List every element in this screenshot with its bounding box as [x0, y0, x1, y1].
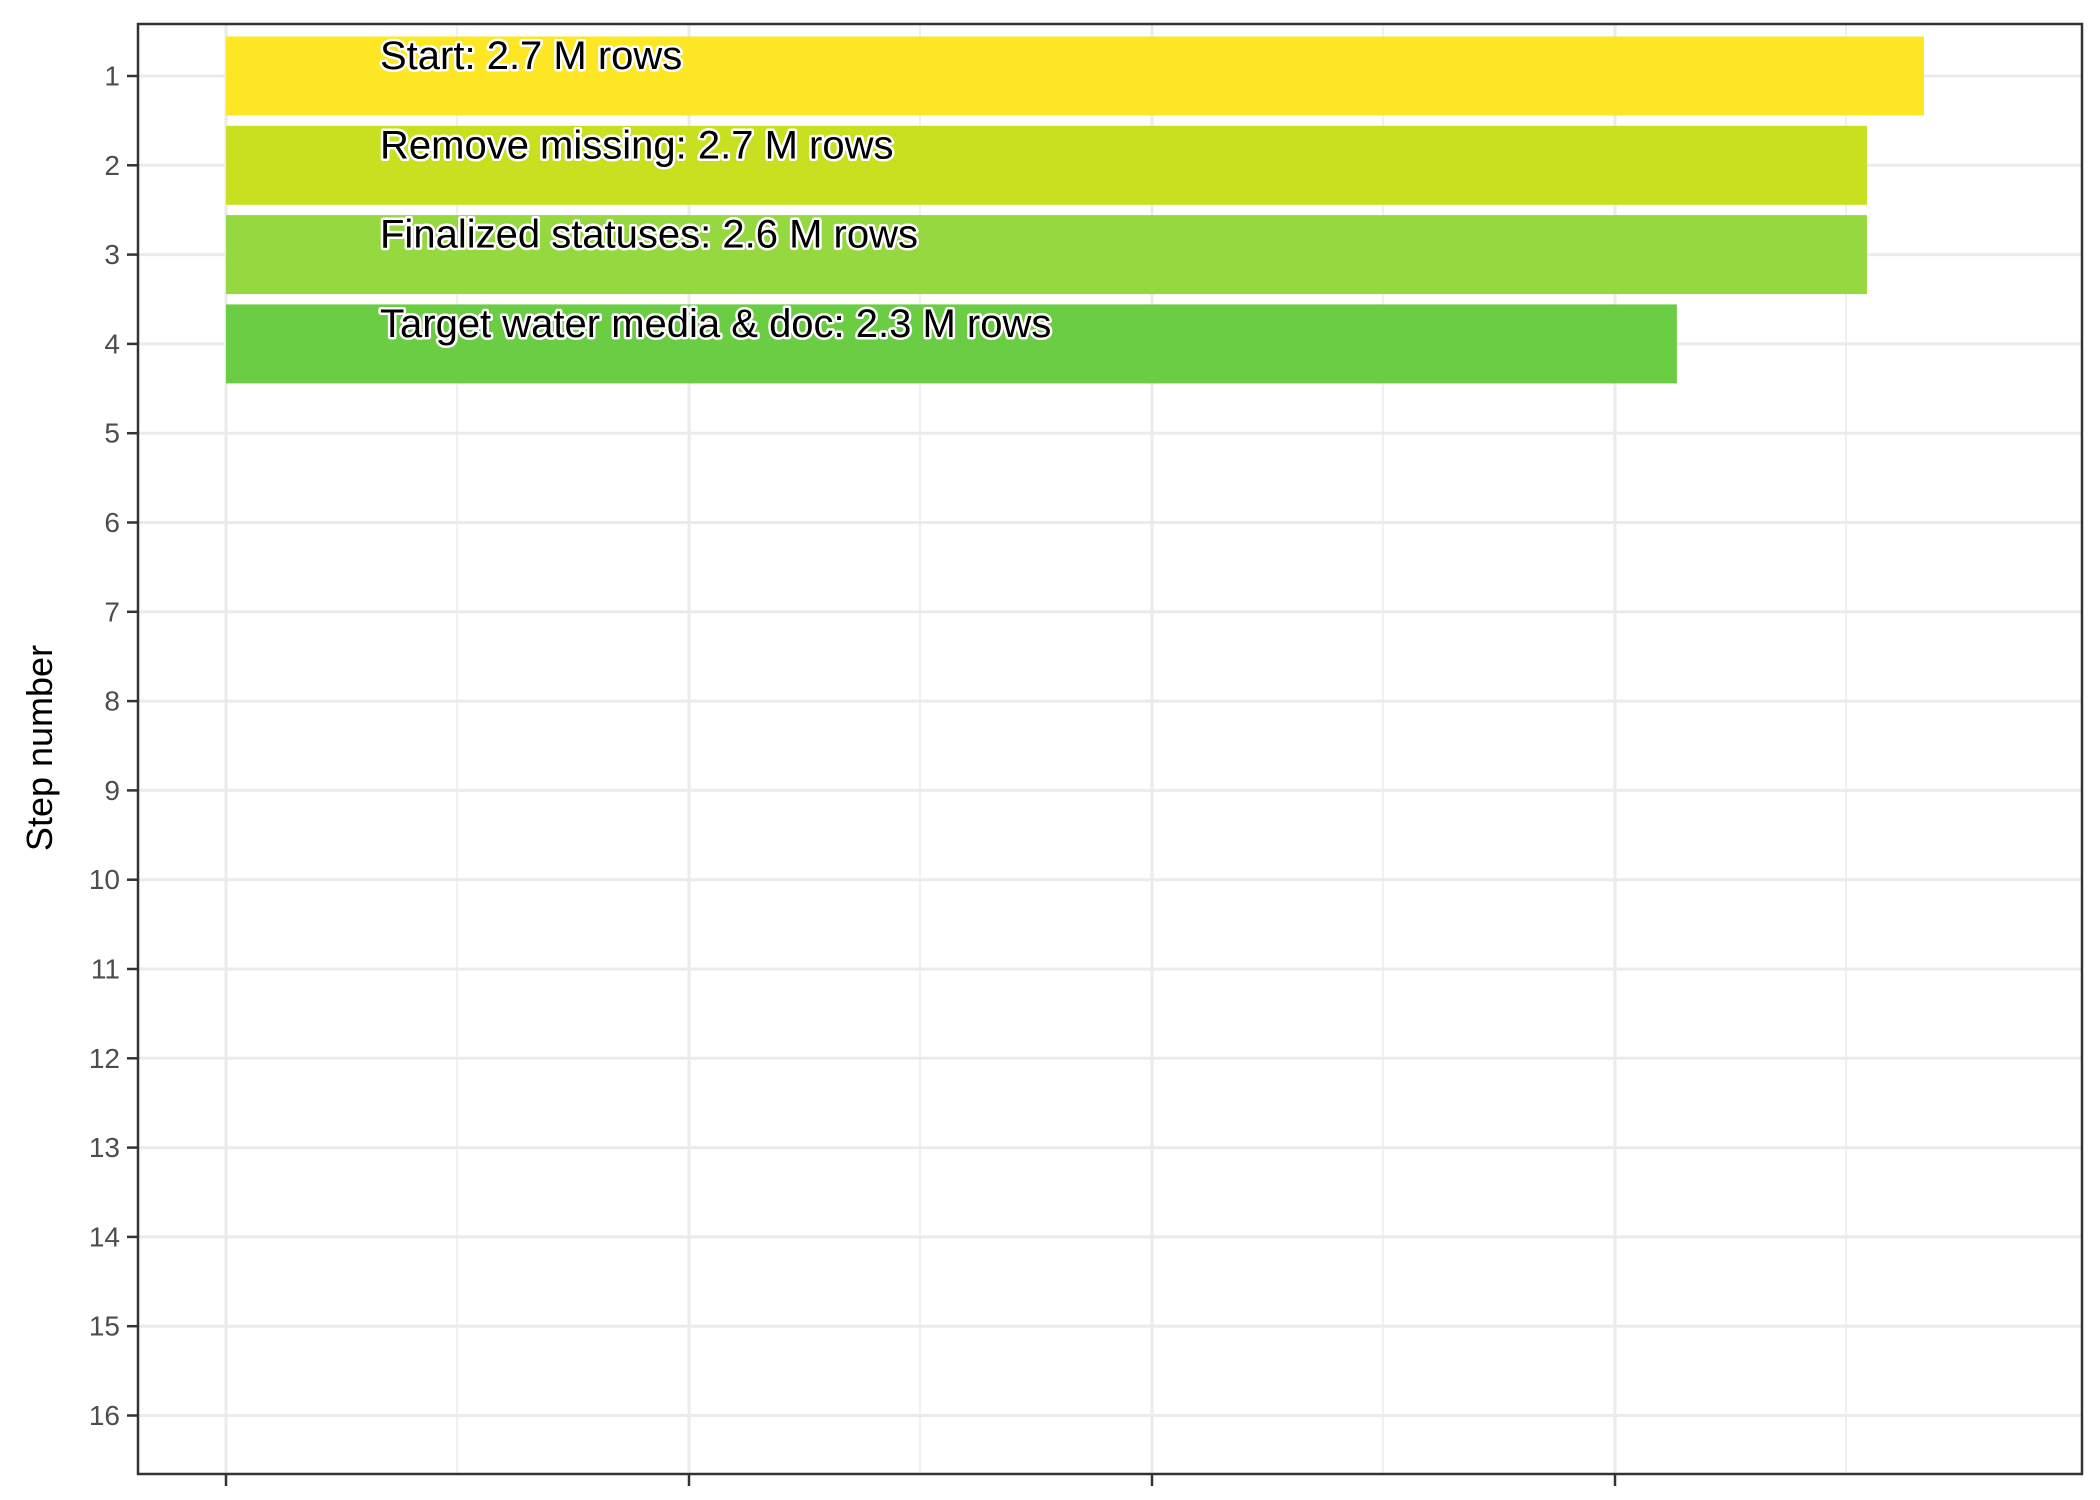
y-tick-label: 10 — [89, 864, 120, 895]
chart: Start: 2.7 M rows Remove missing: 2.7 M r… — [0, 0, 2100, 1500]
y-tick-label: 12 — [89, 1043, 120, 1074]
y-tick-label: 16 — [89, 1400, 120, 1431]
y-tick-label: 8 — [104, 686, 120, 717]
y-tick-label: 4 — [104, 328, 120, 359]
bar-label-step-4: Target water media & doc: 2.3 M rows — [380, 302, 1051, 346]
y-tick-label: 11 — [91, 954, 120, 985]
y-tick-label: 5 — [104, 418, 120, 449]
y-tick-label: 3 — [104, 239, 120, 270]
y-tick-label: 13 — [89, 1132, 120, 1163]
y-tick-label: 14 — [89, 1221, 120, 1252]
y-tick-label: 9 — [104, 775, 120, 806]
bar-label-step-3: Finalized statuses: 2.6 M rows — [380, 213, 918, 257]
y-tick-label: 15 — [89, 1311, 120, 1342]
y-tick-label: 6 — [104, 507, 120, 538]
y-tick-label: 1 — [104, 61, 120, 92]
y-axis-title: Step number — [19, 645, 60, 851]
bar-label-step-1: Start: 2.7 M rows — [380, 34, 682, 78]
y-tick-label: 7 — [104, 596, 120, 627]
bar-label-step-2: Remove missing: 2.7 M rows — [380, 123, 893, 167]
y-tick-label: 2 — [104, 150, 120, 181]
